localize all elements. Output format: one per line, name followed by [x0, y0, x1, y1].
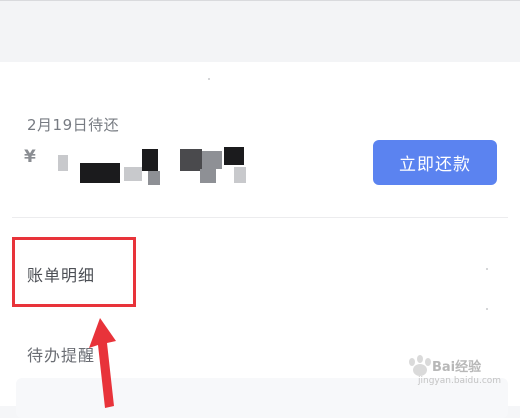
- decor-dot: [486, 308, 488, 310]
- redaction-block: [180, 149, 202, 171]
- redaction-block: [142, 149, 158, 171]
- decor-dot: [208, 78, 210, 80]
- redaction-block: [234, 167, 246, 183]
- highlight-box: [12, 237, 136, 307]
- amount-redacted: ¥: [24, 141, 264, 187]
- todo-reminder-item[interactable]: 待办提醒: [27, 342, 95, 366]
- redaction-block: [202, 151, 222, 169]
- redaction-block: [148, 171, 160, 185]
- redaction-block: [58, 155, 68, 171]
- section-divider: [12, 217, 508, 218]
- redaction-block: [80, 163, 120, 183]
- watermark-text: Bai经验: [432, 360, 482, 375]
- redaction-block: [124, 167, 142, 181]
- due-date-label: 2月19日待还: [27, 116, 120, 134]
- currency-symbol: ¥: [24, 147, 36, 167]
- redaction-block: [224, 147, 244, 165]
- pay-now-button[interactable]: 立即还款: [373, 140, 497, 185]
- red-arrow-up-icon: [89, 318, 116, 408]
- decor-dot: [486, 268, 488, 270]
- redaction-block: [200, 169, 216, 183]
- header-bar: [0, 0, 520, 62]
- watermark-subtext: jingyan.baidu.com: [418, 376, 502, 386]
